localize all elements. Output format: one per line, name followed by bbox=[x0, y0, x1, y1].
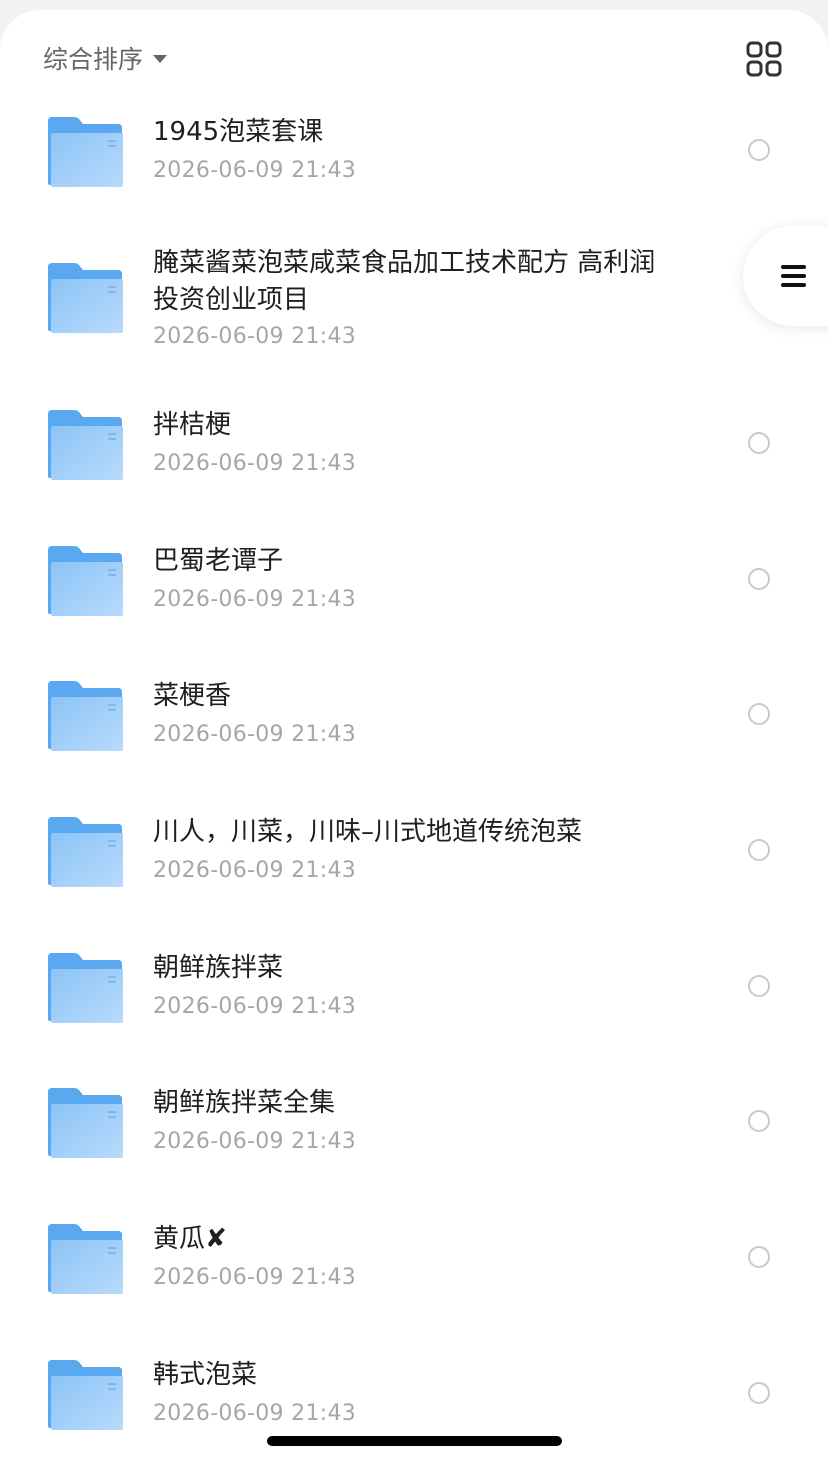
folder-icon bbox=[46, 261, 124, 333]
list-item[interactable]: 巴蜀老谭子 2026-06-09 21:43 bbox=[0, 519, 828, 639]
list-item[interactable]: 朝鲜族拌菜全集 2026-06-09 21:43 bbox=[0, 1061, 828, 1181]
folder-icon bbox=[46, 951, 124, 1023]
item-name: 1945泡菜套课 bbox=[153, 117, 324, 147]
select-radio[interactable] bbox=[748, 432, 770, 454]
item-name: 巴蜀老谭子 bbox=[153, 546, 284, 576]
list-item[interactable]: 韩式泡菜 2026-06-09 21:43 bbox=[0, 1333, 828, 1453]
folder-icon bbox=[46, 815, 124, 887]
item-name: 腌菜酱菜泡菜咸菜食品加工技术配方 高利润投资创业项目 bbox=[153, 248, 656, 315]
folder-icon bbox=[46, 1358, 124, 1430]
list-item[interactable]: 菜梗香 2026-06-09 21:43 bbox=[0, 654, 828, 774]
item-date: 2026-06-09 21:43 bbox=[153, 722, 357, 747]
list-item[interactable]: 朝鲜族拌菜 2026-06-09 21:43 bbox=[0, 926, 828, 1046]
list-item[interactable]: 拌桔梗 2026-06-09 21:43 bbox=[0, 383, 828, 503]
folder-icon bbox=[46, 408, 124, 480]
item-name: 菜梗香 bbox=[153, 681, 232, 711]
toolbar: 综合排序 bbox=[0, 10, 828, 100]
list-item[interactable]: 1945泡菜套课 2026-06-09 21:43 bbox=[0, 90, 828, 210]
list-item[interactable]: 川人，川菜，川味–川式地道传统泡菜 2026-06-09 21:43 bbox=[0, 790, 828, 910]
item-name: 朝鲜族拌菜 bbox=[153, 953, 284, 983]
select-radio[interactable] bbox=[748, 975, 770, 997]
item-date: 2026-06-09 21:43 bbox=[153, 994, 357, 1019]
folder-icon bbox=[46, 1086, 124, 1158]
caret-down-icon bbox=[153, 55, 168, 63]
select-radio[interactable] bbox=[748, 1382, 770, 1404]
item-date: 2026-06-09 21:43 bbox=[153, 1265, 357, 1290]
item-name: 拌桔梗 bbox=[153, 410, 232, 440]
grid-view-icon[interactable] bbox=[746, 41, 782, 77]
item-date: 2026-06-09 21:43 bbox=[153, 324, 357, 349]
item-name: 川人，川菜，川味–川式地道传统泡菜 bbox=[153, 817, 583, 847]
item-date: 2026-06-09 21:43 bbox=[153, 587, 357, 612]
item-date: 2026-06-09 21:43 bbox=[153, 158, 357, 183]
select-radio[interactable] bbox=[748, 1110, 770, 1132]
folder-icon bbox=[46, 679, 124, 751]
item-name: 韩式泡菜 bbox=[153, 1360, 258, 1390]
home-indicator[interactable] bbox=[267, 1436, 562, 1446]
item-date: 2026-06-09 21:43 bbox=[153, 451, 357, 476]
item-date: 2026-06-09 21:43 bbox=[153, 858, 357, 883]
select-radio[interactable] bbox=[748, 703, 770, 725]
list-item[interactable]: 黄瓜✘ 2026-06-09 21:43 bbox=[0, 1197, 828, 1317]
item-date: 2026-06-09 21:43 bbox=[153, 1401, 357, 1426]
select-radio[interactable] bbox=[748, 139, 770, 161]
sort-dropdown[interactable]: 综合排序 bbox=[43, 40, 168, 76]
list-item[interactable]: 腌菜酱菜泡菜咸菜食品加工技术配方 高利润投资创业项目 2026-06-09 21… bbox=[0, 244, 828, 364]
item-name: 黄瓜✘ bbox=[153, 1224, 227, 1254]
folder-icon bbox=[46, 1222, 124, 1294]
select-radio[interactable] bbox=[748, 839, 770, 861]
sort-label: 综合排序 bbox=[43, 45, 144, 74]
folder-icon bbox=[46, 544, 124, 616]
folder-icon bbox=[46, 115, 124, 187]
item-name: 朝鲜族拌菜全集 bbox=[153, 1088, 336, 1118]
item-date: 2026-06-09 21:43 bbox=[153, 1129, 357, 1154]
select-radio[interactable] bbox=[748, 1246, 770, 1268]
select-radio[interactable] bbox=[748, 568, 770, 590]
